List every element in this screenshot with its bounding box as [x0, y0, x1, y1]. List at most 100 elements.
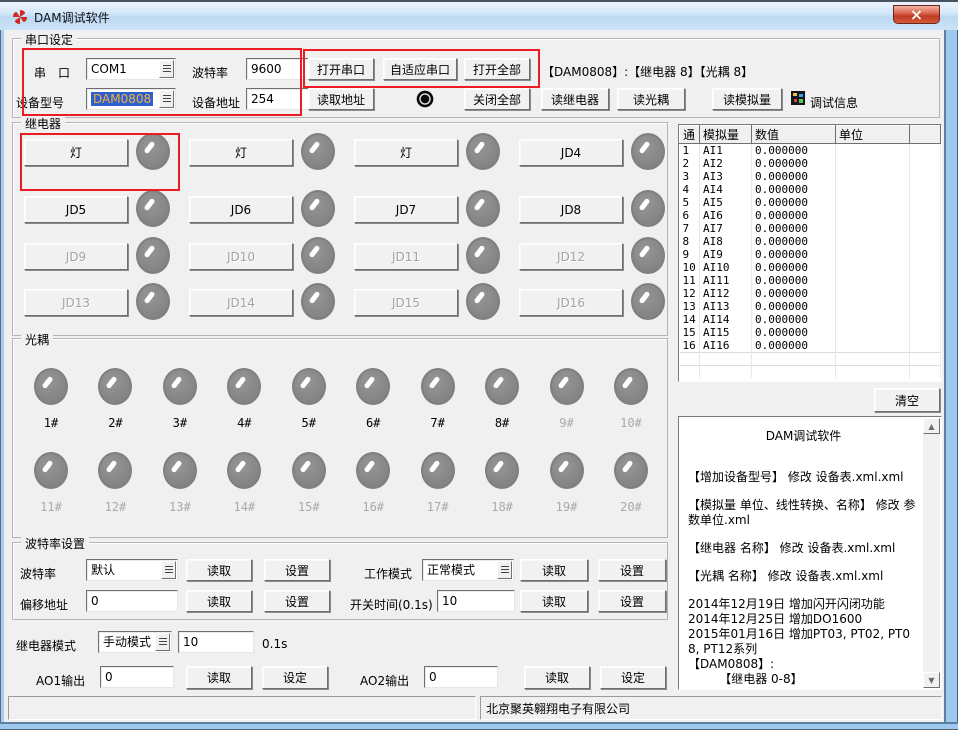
info-line: 【继电器 名称】 修改 设备表.xml.xml	[688, 541, 919, 556]
relay-button-4[interactable]: JD4	[519, 139, 623, 166]
relay-indicator-3	[466, 133, 500, 170]
close-button[interactable]	[893, 5, 940, 24]
port-label: 串 口	[34, 64, 70, 81]
opto-indicator-20	[614, 452, 648, 489]
opto-label-4: 4#	[237, 416, 251, 430]
col-analog: 模拟量	[700, 126, 752, 144]
ao2-input[interactable]: 0	[424, 666, 498, 688]
relay-button-16: JD16	[519, 289, 623, 316]
opto-label-11: 11#	[40, 500, 62, 514]
ao1-input[interactable]: 0	[100, 666, 174, 688]
relay-button-14: JD14	[189, 289, 293, 316]
open-all-button[interactable]: 打开全部	[464, 58, 530, 80]
baud-settings-title: 波特率设置	[21, 535, 89, 552]
relay-button-5[interactable]: JD5	[24, 196, 128, 223]
opto-row-1: 1# 2# 3# 4# 5# 6# 7# 8# 9# 10#	[22, 368, 660, 430]
info-line: 【继电器 0-8】	[688, 672, 919, 687]
info-line: 2015年01月16日 增加PT03, PT02, PT08, PT12系列	[688, 627, 919, 657]
baudrate-dropdown-button[interactable]	[161, 561, 176, 579]
relay-button-1[interactable]: 灯	[24, 139, 128, 166]
relay-indicator-11	[466, 237, 500, 274]
relay-indicator-12	[631, 237, 665, 274]
opto-indicator-1	[34, 368, 68, 405]
info-scrollbar[interactable]: ▲ ▼	[923, 418, 940, 688]
ai-table-row: 6AI60.000000	[680, 209, 941, 222]
port-combobox[interactable]: COM1	[86, 58, 176, 80]
ao2-set-button[interactable]: 设定	[600, 666, 666, 689]
opto-label-1: 1#	[44, 416, 58, 430]
work-mode-combobox[interactable]: 正常模式	[422, 559, 514, 581]
ao1-label: AO1输出	[36, 672, 85, 689]
relay-button-2[interactable]: 灯	[189, 139, 293, 166]
debug-info-icon	[791, 91, 805, 105]
relay-mode-combobox[interactable]: 手动模式	[98, 631, 172, 653]
window-border-right	[944, 30, 958, 730]
info-line: DAM调试软件	[688, 429, 919, 444]
relay-indicator-4	[631, 133, 665, 170]
relay-button-8[interactable]: JD8	[519, 196, 623, 223]
relay-button-7[interactable]: JD7	[354, 196, 458, 223]
dropdown-icon	[163, 95, 171, 103]
relay-mode-value: 手动模式	[103, 635, 151, 649]
ai-table-row: 8AI80.000000	[680, 235, 941, 248]
ao2-read-button[interactable]: 读取	[524, 666, 590, 689]
col-channel: 通	[680, 126, 700, 144]
baudrate-set-button[interactable]: 设置	[264, 559, 330, 581]
ai-table-row: 9AI90.000000	[680, 248, 941, 261]
baudrate-label: 波特率	[20, 565, 56, 582]
ao1-read-button[interactable]: 读取	[186, 666, 252, 689]
ai-table-empty-row	[680, 366, 941, 379]
info-line: 【光耦 名称】 修改 设备表.xml.xml	[688, 569, 919, 584]
opto-indicator-4	[227, 368, 261, 405]
read-opto-button[interactable]: 读光耦	[617, 88, 685, 110]
opto-indicator-10	[614, 368, 648, 405]
close-all-button[interactable]: 关闭全部	[464, 88, 530, 110]
opto-label-9: 9#	[559, 416, 573, 430]
ai-table-row: 3AI30.000000	[680, 170, 941, 183]
work-mode-set-button[interactable]: 设置	[598, 559, 666, 581]
opto-indicator-7	[421, 368, 455, 405]
read-addr-button[interactable]: 读取地址	[308, 88, 374, 110]
opto-label-5: 5#	[302, 416, 316, 430]
scroll-down-icon[interactable]: ▼	[923, 672, 940, 688]
baudrate-read-button[interactable]: 读取	[186, 559, 252, 581]
ao1-set-button[interactable]: 设定	[262, 666, 328, 689]
clear-button[interactable]: 清空	[874, 388, 940, 412]
switch-time-set-button[interactable]: 设置	[598, 590, 666, 612]
window-border-left	[0, 30, 4, 730]
opto-row-2: 11# 12# 13# 14# 15# 16# 17# 18# 19# 20#	[22, 452, 660, 514]
model-dropdown-button[interactable]	[159, 90, 174, 108]
relay-button-11: JD11	[354, 243, 458, 270]
offset-read-button[interactable]: 读取	[186, 590, 252, 612]
relay-button-9: JD9	[24, 243, 128, 270]
auto-serial-button[interactable]: 自适应串口	[383, 58, 457, 80]
read-relay-button[interactable]: 读继电器	[541, 88, 609, 110]
work-mode-read-button[interactable]: 读取	[520, 559, 588, 581]
scroll-up-icon[interactable]: ▲	[923, 418, 940, 434]
relay-button-3[interactable]: 灯	[354, 139, 458, 166]
offset-input[interactable]: 0	[86, 590, 178, 612]
relay-button-13: JD13	[24, 289, 128, 316]
ai-table-row: 13AI130.000000	[680, 300, 941, 313]
relay-button-6[interactable]: JD6	[189, 196, 293, 223]
switch-time-read-button[interactable]: 读取	[520, 590, 588, 612]
ai-table-row: 14AI140.000000	[680, 313, 941, 326]
serial-group-title: 串口设定	[21, 31, 77, 48]
open-serial-button[interactable]: 打开串口	[308, 58, 374, 80]
device-summary: 【DAM0808】:【继电器 8】【光耦 8】	[542, 63, 753, 80]
relay-mode-time-input[interactable]: 10	[178, 631, 254, 653]
port-dropdown-button[interactable]	[159, 60, 174, 78]
opto-indicator-2	[98, 368, 132, 405]
opto-indicator-8	[485, 368, 519, 405]
read-analog-button[interactable]: 读模拟量	[712, 88, 782, 110]
work-mode-value: 正常模式	[427, 563, 475, 577]
model-value: DAM0808	[91, 92, 153, 106]
offset-set-button[interactable]: 设置	[264, 590, 330, 612]
baudrate-combobox[interactable]: 默认	[86, 559, 178, 581]
model-combobox[interactable]: DAM0808	[86, 88, 176, 110]
relay-mode-dropdown-button[interactable]	[155, 633, 170, 651]
switch-time-input[interactable]: 10	[437, 590, 515, 612]
opto-indicator-3	[163, 368, 197, 405]
work-mode-dropdown-button[interactable]	[497, 561, 512, 579]
relay-button-15: JD15	[354, 289, 458, 316]
